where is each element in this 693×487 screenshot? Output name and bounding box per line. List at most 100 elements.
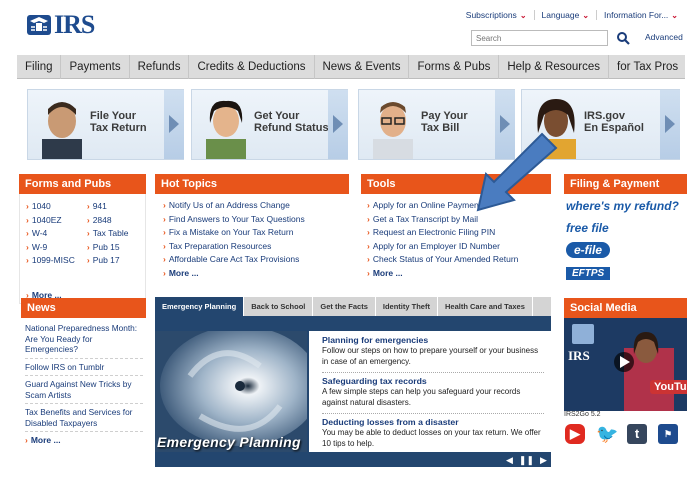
hot-topics-more-link[interactable]: › More ... <box>163 268 349 278</box>
hot-topic-link[interactable]: › Tax Preparation Resources <box>163 240 349 254</box>
form-link[interactable]: › 2848 <box>87 214 129 228</box>
forms-pubs-section: Forms and Pubs › 1040 › 1040EZ › W-4 › W-9 ›… <box>19 174 146 304</box>
subscriptions-link[interactable]: Subscriptions ⌄ <box>459 10 534 20</box>
tools-more-link[interactable]: › More ... <box>367 268 551 278</box>
pause-icon[interactable]: ❚❚ <box>519 455 534 466</box>
tumblr-icon[interactable]: t <box>627 424 647 444</box>
news-more-link[interactable]: › More ... <box>25 435 143 445</box>
search-icon[interactable] <box>616 31 630 45</box>
form-link[interactable]: › Pub 15 <box>87 241 129 255</box>
form-link[interactable]: › Tax Table <box>87 227 129 241</box>
promo-file-return[interactable]: File Your Tax Return <box>27 89 184 160</box>
tab-emergency-planning[interactable]: Emergency Planning <box>155 297 245 316</box>
carousel-controls: ◀ ❚❚ ▶ <box>506 455 547 466</box>
form-link[interactable]: › W-4 <box>26 227 75 241</box>
nav-filing[interactable]: Filing <box>17 54 62 79</box>
information-for-label: Information For... <box>604 10 669 20</box>
chevron-right-icon <box>333 115 343 133</box>
annotation-arrow-icon <box>476 132 558 212</box>
form-link[interactable]: › W-9 <box>26 241 75 255</box>
free-file-logo[interactable]: free file <box>566 219 687 241</box>
form-link[interactable]: › Pub 17 <box>87 254 129 268</box>
video-thumbnail[interactable]: IRS YouTube <box>564 318 687 411</box>
search-input[interactable] <box>471 30 608 46</box>
nav-tax-pros[interactable]: for Tax Pros <box>609 55 686 79</box>
hot-topic-label: Affordable Care Act Tax Provisions <box>168 254 300 264</box>
feature-item-title[interactable]: Planning for emergencies <box>322 335 544 346</box>
news-title: News <box>21 298 146 318</box>
hot-topic-link[interactable]: › Fix a Mistake on Your Tax Return <box>163 226 349 240</box>
irs-seal-icon[interactable]: ⚑ <box>658 424 678 444</box>
e-file-logo[interactable]: e-file <box>566 241 687 263</box>
tab-health-care-taxes[interactable]: Health Care and Taxes <box>438 297 533 316</box>
feature-text-panel: Planning for emergencies Follow our step… <box>309 331 551 452</box>
feature-item-title[interactable]: Deducting losses from a disaster <box>322 417 544 428</box>
tab-back-to-school[interactable]: Back to School <box>244 297 314 316</box>
promo-line2: Tax Bill <box>421 122 460 134</box>
tool-link[interactable]: › Request an Electronic Filing PIN <box>367 226 551 240</box>
nav-forms-pubs[interactable]: Forms & Pubs <box>409 54 500 79</box>
tab-identity-theft[interactable]: Identity Theft <box>376 297 438 316</box>
feature-caption: Emergency Planning <box>157 434 301 450</box>
nav-refunds[interactable]: Refunds <box>130 54 190 79</box>
tool-label: Check Status of Your Amended Return <box>372 254 519 264</box>
hot-topic-link[interactable]: › Notify Us of an Address Change <box>163 199 349 213</box>
information-for-link[interactable]: Information For... ⌄ <box>596 10 685 20</box>
forms-col1: › 1040 › 1040EZ › W-4 › W-9 › 1099-MISC <box>26 200 75 303</box>
tool-link[interactable]: › Apply for an Employer ID Number <box>367 240 551 254</box>
news-item-link[interactable]: Guard Against New Tricks by Scam Artists <box>25 376 143 404</box>
eagle-icon <box>27 15 51 35</box>
youtube-icon[interactable]: ▶ <box>565 424 585 444</box>
promo-line1: Pay Your <box>421 110 468 122</box>
divider <box>322 413 544 414</box>
social-media-section: Social Media <box>564 298 687 318</box>
twitter-icon[interactable]: 🐦 <box>596 424 618 444</box>
nav-help-resources[interactable]: Help & Resources <box>499 54 610 79</box>
wheres-my-refund-logo[interactable]: where's my refund? <box>566 197 687 219</box>
nav-payments[interactable]: Payments <box>61 54 130 79</box>
form-label: 1040EZ <box>31 214 62 225</box>
form-label: Pub 15 <box>92 241 120 252</box>
language-link[interactable]: Language ⌄ <box>533 10 597 20</box>
form-label: W-9 <box>31 241 48 252</box>
form-label: W-4 <box>31 228 48 238</box>
form-link[interactable]: › 1040 <box>26 200 75 214</box>
feature-item: Deducting losses from a disaster You may… <box>322 417 544 449</box>
tab-get-the-facts[interactable]: Get the Facts <box>313 297 376 316</box>
next-icon[interactable]: ▶ <box>540 455 547 466</box>
irs-logo[interactable]: IRS <box>26 10 95 40</box>
promo-refund-status[interactable]: Get Your Refund Status <box>191 89 348 160</box>
form-label: 1099-MISC <box>31 255 75 265</box>
form-link[interactable]: › 1099-MISC <box>26 254 75 268</box>
news-item-link[interactable]: National Preparedness Month: Are You Rea… <box>25 320 143 359</box>
news-item-link[interactable]: Follow IRS on Tumblr <box>25 359 143 376</box>
chevron-right-icon <box>665 115 675 133</box>
form-label: 2848 <box>92 214 112 225</box>
forms-pubs-title: Forms and Pubs <box>19 174 146 194</box>
hot-topic-label: Find Answers to Your Tax Questions <box>168 213 305 224</box>
nav-news-events[interactable]: News & Events <box>315 54 410 79</box>
advanced-search-link[interactable]: Advanced <box>645 32 683 42</box>
filing-payment-title: Filing & Payment <box>564 174 687 194</box>
hot-topic-link[interactable]: › Find Answers to Your Tax Questions <box>163 213 349 227</box>
person-photo <box>373 102 413 159</box>
hot-topic-link[interactable]: › Affordable Care Act Tax Provisions <box>163 253 349 267</box>
social-icons: ▶ 🐦 t ⚑ <box>565 424 678 444</box>
feature-item-title[interactable]: Safeguarding tax records <box>322 376 544 387</box>
prev-icon[interactable]: ◀ <box>506 455 513 466</box>
promo-line2: Tax Return <box>90 122 147 134</box>
tool-label: Apply for an Employer ID Number <box>372 240 500 251</box>
nav-credits-deductions[interactable]: Credits & Deductions <box>189 54 315 79</box>
logo-label: EFTPS <box>566 267 611 280</box>
forms-col2: › 941 › 2848 › Tax Table › Pub 15 › Pub 17 <box>87 200 129 303</box>
form-link[interactable]: › 941 <box>87 200 129 214</box>
promo-line1: IRS.gov <box>584 110 625 122</box>
hot-topic-label: Fix a Mistake on Your Tax Return <box>168 227 294 237</box>
eftps-logo[interactable]: EFTPS <box>566 263 687 283</box>
tool-link[interactable]: › Check Status of Your Amended Return <box>367 253 551 267</box>
logo-label: where's my refund? <box>566 199 679 213</box>
news-item-link[interactable]: Tax Benefits and Services for Disabled T… <box>25 404 143 432</box>
language-label: Language <box>541 10 580 20</box>
hot-topics-title: Hot Topics <box>155 174 349 194</box>
form-link[interactable]: › 1040EZ <box>26 214 75 228</box>
